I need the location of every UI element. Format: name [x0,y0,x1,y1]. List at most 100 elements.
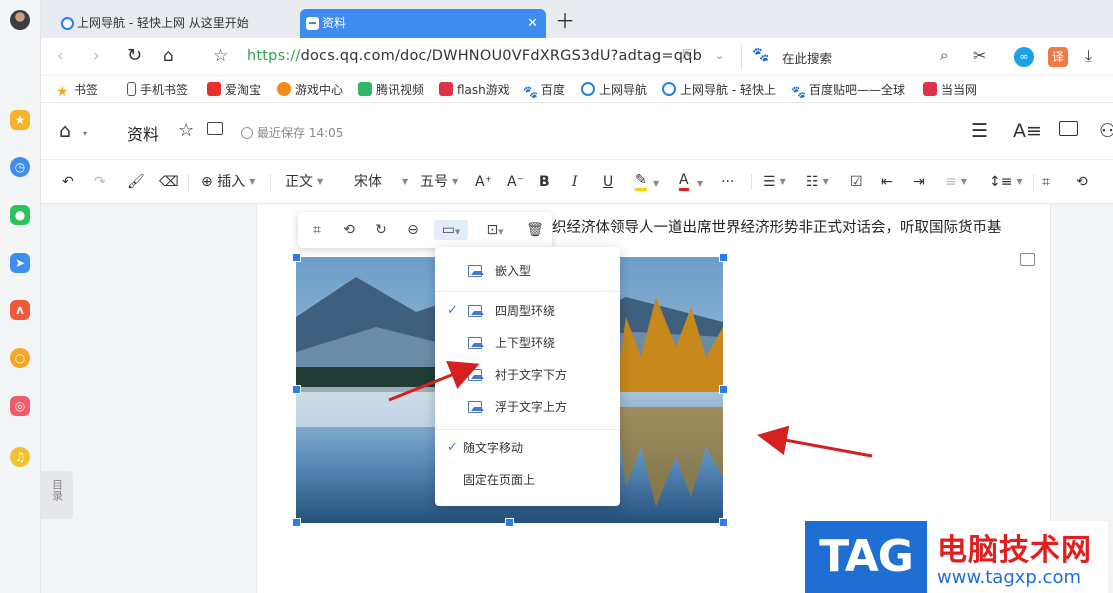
format-toolbar: ↶ ↷ 🖌 ⌫ ⊕ 插入 ▼ 正文 ▼ 宋体 ▼ 五号 ▼ A⁺ A⁻ B I U ✎ … [41,160,1113,204]
resize-handle[interactable] [719,253,728,262]
rotate-icon[interactable]: ⟲ [1076,172,1088,192]
present-icon[interactable] [1059,121,1078,136]
comment-icon[interactable] [1020,253,1035,266]
tab-docs[interactable]: 资料 ✕ [300,9,546,38]
tab-navigation[interactable]: 上网导航 - 轻快上网 从这里开始 [55,9,300,38]
forward-icon[interactable]: › [93,46,100,66]
resize-handle[interactable] [719,385,728,394]
format-painter-icon[interactable]: 🖌 [127,172,145,192]
bookmark-item[interactable]: 手机书签 [127,81,188,98]
font-color-icon[interactable]: A [679,172,689,191]
align-icon[interactable]: ≡ ▼ [945,172,967,192]
search-icon[interactable]: ⌕ [940,46,948,64]
text-format-icon[interactable]: A≡ [1013,120,1042,142]
bookmark-star-icon[interactable]: ☆ [213,46,228,66]
body-text[interactable]: 织经济体领导人一道出席世界经济形势非正式对话会，听取国际货币基 [552,216,1002,237]
font-family-select[interactable]: 宋体 ▼ [354,172,408,192]
share-icon[interactable]: ⇱ [682,45,693,67]
resize-handle[interactable] [292,253,301,262]
clock-icon[interactable]: ◷ [10,157,30,177]
text-wrap-button[interactable]: ▭▼ [434,220,468,240]
crop-icon[interactable]: ⌗ [306,220,328,240]
infinity-icon[interactable]: ∞ [1014,47,1034,67]
bookmark-item[interactable]: 腾讯视频 [358,81,424,98]
url-input[interactable]: https://docs.qq.com/doc/DWHNOU0VFdXRGS3d… [247,48,702,64]
chevron-down-icon[interactable]: ▼ [653,174,659,194]
move-with-text-option[interactable]: ✓ 随文字移动 [435,433,620,463]
checklist-icon[interactable]: ☑ [850,172,863,192]
download-icon[interactable]: ⤓ [1085,45,1092,67]
wrap-in-front-option[interactable]: 浮于文字上方 [435,392,620,422]
bookmark-item[interactable]: 🐾 百度 [523,81,565,99]
paragraph-style-select[interactable]: 正文 ▼ [285,172,323,192]
search-input[interactable]: 🐾 在此搜索 ⌕ [741,43,966,70]
fix-on-page-option[interactable]: 固定在页面上 [435,465,620,495]
bookmark-item[interactable]: 游戏中心 [277,81,343,98]
rotate-left-icon[interactable]: ⟲ [338,220,360,240]
menu-icon[interactable]: ☰ [971,120,988,142]
user-avatar[interactable] [10,10,30,30]
app-store-icon[interactable]: ◎ [10,396,30,416]
wechat-icon[interactable]: ● [10,205,30,225]
underline-icon[interactable]: U [603,172,613,192]
home-icon[interactable]: ⌂ [59,120,71,142]
wrap-inline-option[interactable]: 嵌入型 [435,256,620,286]
wrap-square-option[interactable]: ✓ 四周型环绕 [435,296,620,326]
line-spacing-icon[interactable]: ↕≡ ▼ [989,172,1023,192]
bold-icon[interactable]: B [539,172,550,192]
delete-icon[interactable]: 🗑 [524,220,546,240]
bookmark-label: 当当网 [941,83,978,97]
refresh-icon[interactable]: ↻ [127,46,142,66]
rotate-icon[interactable]: ↻ [370,220,392,240]
bookmark-item[interactable]: 上网导航 [581,81,647,98]
bookmark-item[interactable]: 爱淘宝 [207,81,261,98]
indent-icon[interactable]: ⇥ [913,172,925,192]
move-folder-icon[interactable] [207,122,223,135]
font-size-select[interactable]: 五号 ▼ [420,172,458,192]
bookmark-item[interactable]: 上网导航 - 轻快上 [662,81,776,98]
game-icon[interactable]: ♫ [10,447,30,467]
favorites-icon[interactable]: ★ [10,110,30,130]
outdent-icon[interactable]: ⇤ [881,172,893,192]
back-icon[interactable]: ‹ [57,46,64,66]
document-title[interactable]: 资料 [127,121,159,145]
chevron-down-icon[interactable]: ▼ [697,174,703,194]
search-icon[interactable]: ○ [10,348,30,368]
bookmark-item[interactable]: 🐾 百度贴吧——全球 [791,81,905,99]
wrap-top-bottom-option[interactable]: 上下型环绕 [435,328,620,358]
more-options[interactable]: ··· [721,172,734,192]
numbered-list-icon[interactable]: ☷ ▼ [806,172,829,192]
flip-icon[interactable]: ⊖ [402,220,424,240]
user-icon[interactable]: ⚇ [1099,120,1113,142]
wrap-behind-text-option[interactable]: 衬于文字下方 [435,360,620,390]
resize-handle[interactable] [292,385,301,394]
bookmark-item[interactable]: ★ 书签 [56,81,98,99]
scissors-icon[interactable]: ✂ [973,45,986,67]
translate-icon[interactable]: 译 [1048,47,1068,67]
decrease-font-icon[interactable]: A⁻ [507,172,524,192]
bullet-list-icon[interactable]: ☰ ▼ [763,172,786,192]
resize-handle[interactable] [292,518,301,527]
insert-menu[interactable]: ⊕ 插入 ▼ [201,172,255,192]
chevron-down-icon[interactable]: ▾ [83,123,87,145]
pdf-icon[interactable]: ᴧ [10,300,30,320]
position-button[interactable]: ⊡▼ [478,220,512,240]
resize-handle[interactable] [719,518,728,527]
clear-format-icon[interactable]: ⌫ [159,172,179,192]
redo-icon[interactable]: ↷ [94,172,106,192]
increase-font-icon[interactable]: A⁺ [475,172,492,192]
home-icon[interactable]: ⌂ [163,46,174,66]
toc-button[interactable]: 目录 [41,471,73,519]
undo-icon[interactable]: ↶ [62,172,74,192]
new-tab-button[interactable]: ＋ [555,10,575,32]
italic-icon[interactable]: I [572,172,578,192]
close-icon[interactable]: ✕ [527,9,538,38]
bookmark-item[interactable]: 当当网 [923,81,977,98]
crop-icon[interactable]: ⌗ [1042,172,1050,192]
highlight-icon[interactable]: ✎ [635,172,647,191]
chevron-down-icon[interactable]: ⌄ [715,45,724,67]
resize-handle[interactable] [505,518,514,527]
send-icon[interactable]: ➤ [10,253,30,273]
star-icon[interactable]: ☆ [178,120,194,142]
bookmark-item[interactable]: flash游戏 [439,81,510,98]
